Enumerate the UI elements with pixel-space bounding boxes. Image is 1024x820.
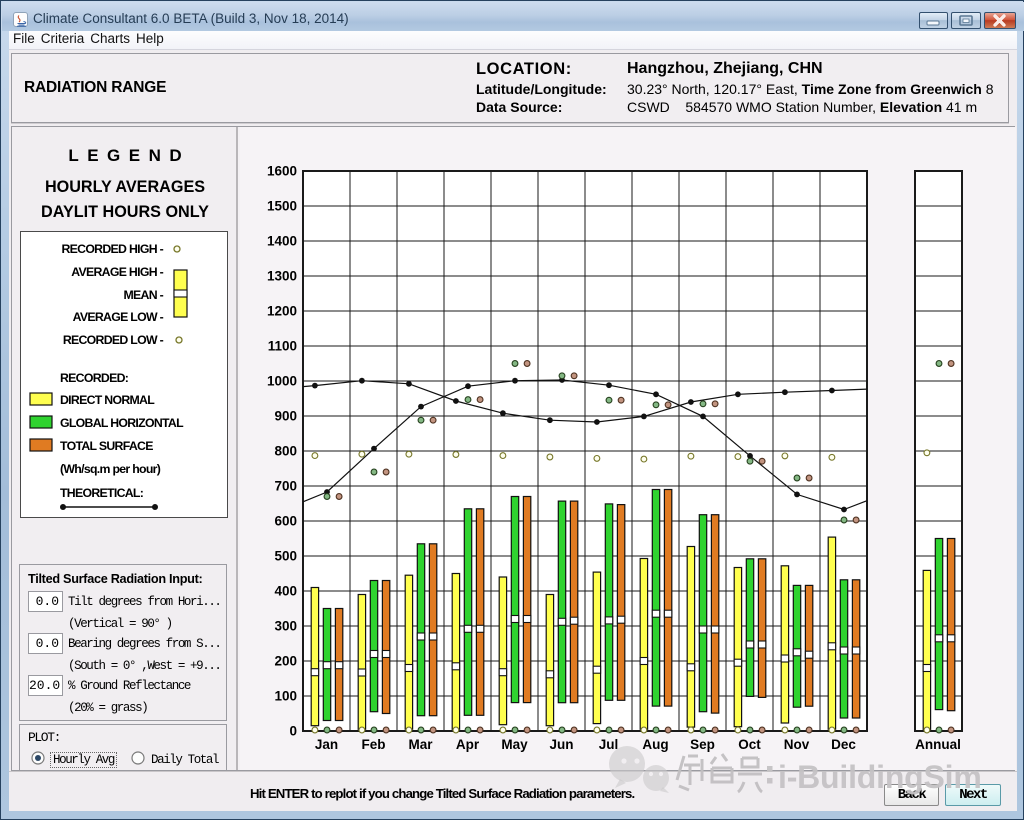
svg-text:TOTAL SURFACE: TOTAL SURFACE — [60, 439, 153, 453]
svg-text:DIRECT NORMAL: DIRECT NORMAL — [60, 393, 155, 407]
svg-text:(Wh/sq.m per hour): (Wh/sq.m per hour) — [60, 462, 161, 476]
svg-text:MEAN -: MEAN - — [123, 288, 163, 302]
svg-text:RECORDED HIGH -: RECORDED HIGH - — [61, 242, 163, 256]
svg-text:GLOBAL HORIZONTAL: GLOBAL HORIZONTAL — [60, 416, 184, 430]
svg-text:THEORETICAL:: THEORETICAL: — [60, 486, 143, 500]
svg-text:RECORDED LOW -: RECORDED LOW - — [63, 333, 164, 347]
svg-text:AVERAGE HIGH -: AVERAGE HIGH - — [71, 265, 163, 279]
svg-text:RECORDED:: RECORDED: — [60, 371, 128, 385]
svg-text:AVERAGE LOW -: AVERAGE LOW - — [73, 310, 164, 324]
